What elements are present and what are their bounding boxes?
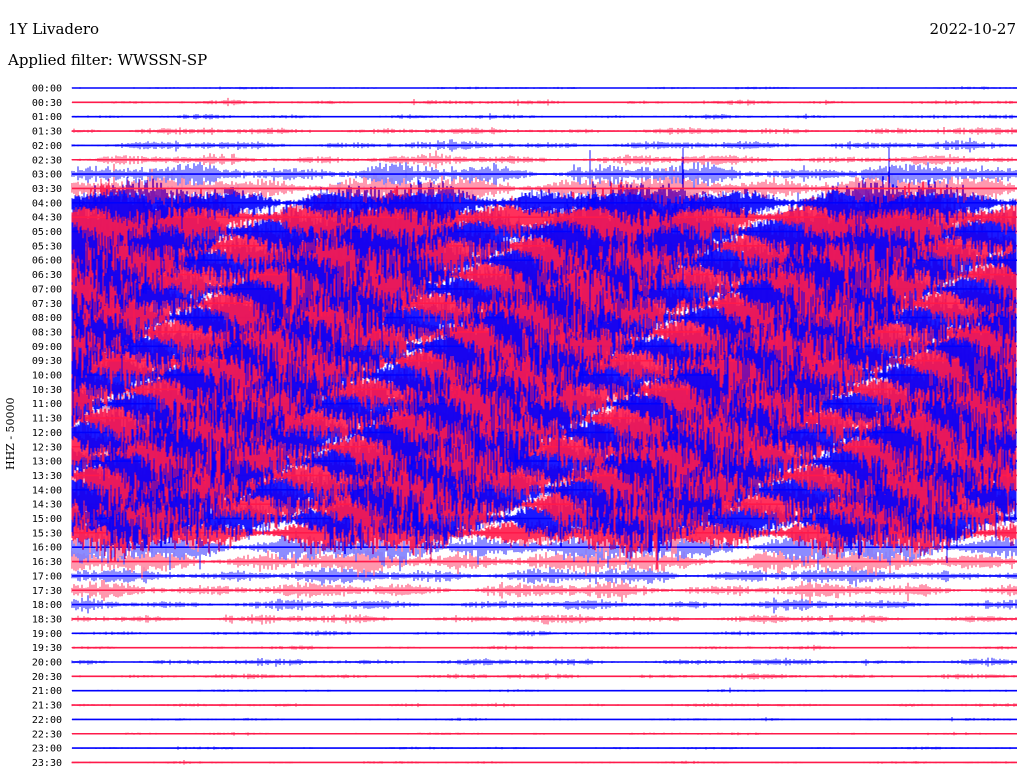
row-label: 08:00 [32,313,62,324]
row-label: 22:00 [32,715,62,726]
row-label: 12:00 [32,428,62,439]
row-label: 06:00 [32,256,62,267]
row-label: 11:30 [32,414,62,425]
row-label: 05:00 [32,227,62,238]
row-label: 23:30 [32,758,62,769]
row-label: 17:30 [32,586,62,597]
trace-waveform [71,731,1017,736]
row-label: 18:00 [32,600,62,611]
row-label: 00:00 [32,84,62,95]
trace-waveform [71,137,1017,153]
row-label: 09:00 [32,342,62,353]
row-label: 16:30 [32,557,62,568]
trace-waveform [71,614,1017,625]
row-label: 05:30 [32,241,62,252]
trace-waveform [71,760,1017,765]
row-label: 20:30 [32,672,62,683]
row-label: 04:00 [32,198,62,209]
row-label: 06:30 [32,270,62,281]
row-label: 01:30 [32,127,62,138]
trace-waveform [71,577,1017,604]
trace-group [71,86,1017,765]
row-label: 10:30 [32,385,62,396]
trace-waveform [71,86,1017,90]
row-label: 04:30 [32,213,62,224]
row-label: 08:30 [32,327,62,338]
row-label: 14:00 [32,485,62,496]
row-label: 13:30 [32,471,62,482]
row-label: 19:00 [32,629,62,640]
row-label: 23:00 [32,744,62,755]
trace-waveform [71,717,1017,722]
row-label: 22:30 [32,729,62,740]
row-label: 21:00 [32,686,62,697]
trace-waveform [71,673,1017,680]
trace-waveform [71,595,1017,614]
row-label: 02:30 [32,155,62,166]
helicorder-plot: 23:30 23:00 22:30 22:00 21:30 21:00 20:30 20:00… [32,84,1017,769]
trace-waveform [71,702,1017,708]
row-label: 00:30 [32,98,62,109]
trace-waveform [71,630,1017,637]
row-label: 19:30 [32,643,62,654]
row-label: 09:30 [32,356,62,367]
trace-waveform [71,127,1017,135]
trace-waveform [71,113,1017,120]
row-label: 14:30 [32,500,62,511]
row-label: 07:00 [32,284,62,295]
row-label: 11:00 [32,399,62,410]
row-label: 15:30 [32,528,62,539]
row-label: 18:30 [32,614,62,625]
row-label: 02:00 [32,141,62,152]
trace-waveform [71,644,1017,651]
row-label: 03:00 [32,170,62,181]
row-label: 21:30 [32,701,62,712]
row-label: 13:00 [32,457,62,468]
trace-waveform [71,565,1017,587]
row-label: 01:00 [32,112,62,123]
row-label: 12:30 [32,442,62,453]
row-label: 10:00 [32,371,62,382]
row-label: 15:00 [32,514,62,525]
row-label-group: 23:30 23:00 22:30 22:00 21:30 21:00 20:30 20:00… [32,84,62,769]
trace-waveform [71,657,1017,667]
row-label: 20:00 [32,658,62,669]
row-label: 16:00 [32,543,62,554]
trace-waveform [71,746,1017,750]
row-label: 17:00 [32,571,62,582]
row-label: 03:30 [32,184,62,195]
row-label: 07:30 [32,299,62,310]
